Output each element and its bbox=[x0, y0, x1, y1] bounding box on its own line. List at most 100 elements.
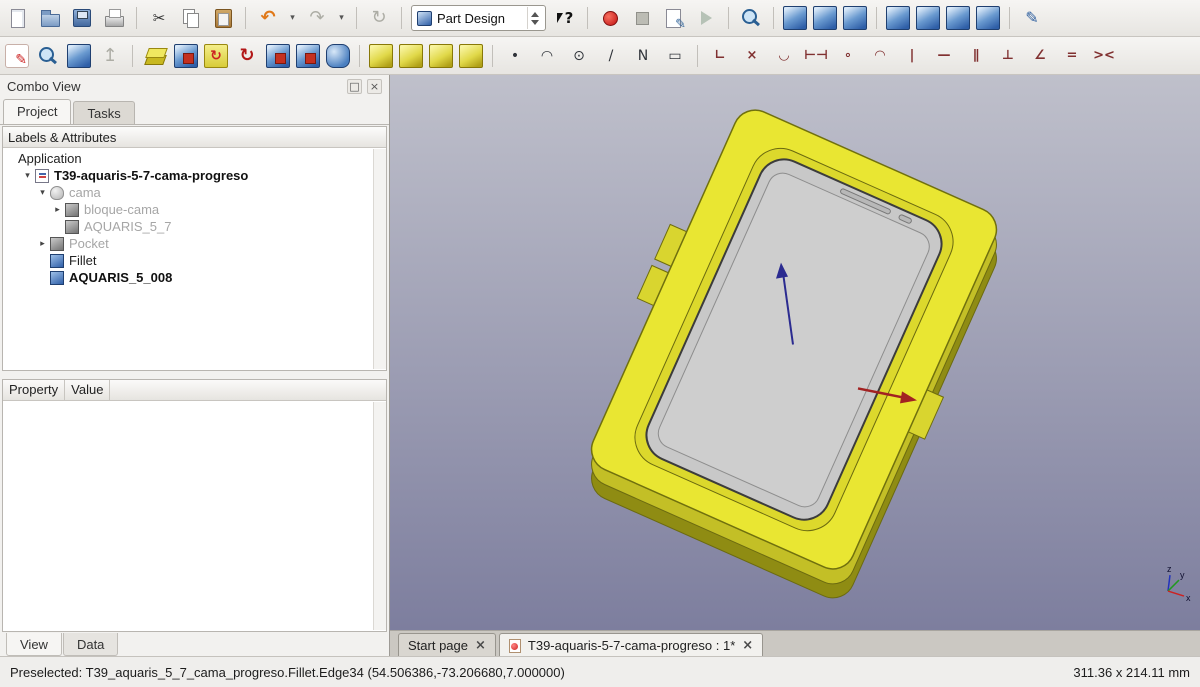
constraint-angle-button[interactable]: ∠ bbox=[1027, 43, 1053, 69]
mdi-tab-label: Start page bbox=[408, 638, 468, 653]
mirrored-button[interactable] bbox=[369, 44, 393, 68]
spin-up-icon[interactable] bbox=[531, 12, 539, 17]
toolbar-row-1: ✂↶▾↷▾↻ Part Design ?✎✎ bbox=[0, 0, 1200, 37]
whats-this-button[interactable]: ? bbox=[552, 5, 578, 31]
constraint-perpendicular-button[interactable]: ⊥ bbox=[995, 43, 1021, 69]
combo-view-title: Combo View bbox=[7, 79, 80, 94]
polar-pattern-button[interactable] bbox=[429, 44, 453, 68]
constraint-coincident-button[interactable]: ∟ bbox=[707, 43, 733, 69]
3d-viewport[interactable]: z y x bbox=[390, 75, 1200, 630]
print-button[interactable] bbox=[101, 5, 127, 31]
pocket-button[interactable] bbox=[174, 44, 198, 68]
constraint-vertical-button[interactable]: | bbox=[899, 43, 925, 69]
macro-stop-button[interactable] bbox=[629, 5, 655, 31]
tab-data[interactable]: Data bbox=[63, 633, 118, 656]
new-document-button[interactable] bbox=[5, 5, 31, 31]
tree-item-cama[interactable]: ▾ cama bbox=[3, 184, 386, 201]
view-front-button[interactable] bbox=[813, 6, 837, 30]
chamfer-button[interactable] bbox=[266, 44, 290, 68]
cut-button[interactable]: ✂ bbox=[146, 5, 172, 31]
open-button[interactable] bbox=[37, 5, 63, 31]
tree-item-bloque-cama[interactable]: ▸ bloque-cama bbox=[3, 201, 386, 218]
tree-scrollbar[interactable] bbox=[373, 149, 386, 369]
copy-button[interactable] bbox=[178, 5, 204, 31]
constraint-tangent-button[interactable]: ◡ bbox=[771, 43, 797, 69]
spin-down-icon[interactable] bbox=[531, 20, 539, 25]
tree-item-fillet[interactable]: Fillet bbox=[3, 252, 386, 269]
macro-edit-button[interactable]: ✎ bbox=[661, 5, 687, 31]
expander-icon[interactable]: ▾ bbox=[37, 188, 48, 198]
sketch-circle-button[interactable]: ⊙ bbox=[566, 43, 592, 69]
constraint-point-on-object-button[interactable]: ∘ bbox=[835, 43, 861, 69]
close-icon[interactable]: × bbox=[742, 638, 753, 653]
panel-splitter[interactable] bbox=[0, 371, 389, 379]
macro-record-button[interactable] bbox=[597, 5, 623, 31]
tab-project[interactable]: Project bbox=[3, 99, 71, 124]
undo-button[interactable]: ↶ bbox=[255, 5, 281, 31]
expander-icon[interactable]: ▾ bbox=[22, 171, 33, 181]
tree-item-application[interactable]: Application bbox=[3, 150, 386, 167]
tab-view[interactable]: View bbox=[6, 633, 62, 656]
workbench-selector[interactable]: Part Design bbox=[411, 5, 546, 31]
multi-transform-button[interactable] bbox=[459, 44, 483, 68]
tree-item-aquaris-5-008[interactable]: AQUARIS_5_008 bbox=[3, 269, 386, 286]
groove-button[interactable]: ↻ bbox=[234, 43, 260, 69]
fit-all-button[interactable] bbox=[738, 5, 764, 31]
3d-scene[interactable]: z y x bbox=[390, 75, 1200, 630]
tab-tasks[interactable]: Tasks bbox=[73, 101, 134, 124]
undo-dropdown[interactable]: ▾ bbox=[287, 5, 298, 31]
sketch-line-button[interactable]: / bbox=[598, 43, 624, 69]
column-value[interactable]: Value bbox=[65, 380, 110, 400]
constraint-distance-button[interactable]: ⊢⊣ bbox=[803, 43, 829, 69]
expander-icon[interactable]: ▸ bbox=[52, 205, 63, 215]
view-right-button[interactable] bbox=[886, 6, 910, 30]
save-button[interactable] bbox=[69, 5, 95, 31]
draft-button[interactable] bbox=[296, 44, 320, 68]
constraint-parallel-button[interactable]: ∥ bbox=[963, 43, 989, 69]
toolbar-separator bbox=[773, 7, 774, 29]
view-rear-button[interactable] bbox=[916, 6, 940, 30]
close-icon[interactable]: × bbox=[475, 638, 486, 653]
workbench-selected-label: Part Design bbox=[437, 11, 522, 26]
paste-button[interactable] bbox=[210, 5, 236, 31]
constraint-radius-button[interactable]: ◠ bbox=[867, 43, 893, 69]
combo-view-titlebar[interactable]: Combo View □ × bbox=[0, 75, 389, 97]
pad-button[interactable] bbox=[142, 43, 168, 69]
sketch-new-button[interactable]: ✎ bbox=[5, 44, 29, 68]
constraint-symmetric-button[interactable]: >< bbox=[1091, 43, 1117, 69]
property-scrollbar[interactable] bbox=[373, 402, 386, 630]
fillet-button[interactable] bbox=[326, 44, 350, 68]
revolution-button[interactable]: ↻ bbox=[204, 44, 228, 68]
property-body[interactable] bbox=[3, 401, 386, 631]
macro-play-button[interactable] bbox=[693, 5, 719, 31]
expander-icon[interactable]: ▸ bbox=[37, 239, 48, 249]
tree-item-aquaris-5-7[interactable]: AQUARIS_5_7 bbox=[3, 218, 386, 235]
tree-item-pocket[interactable]: ▸ Pocket bbox=[3, 235, 386, 252]
sketch-arc-button[interactable]: ◠ bbox=[534, 43, 560, 69]
measure-button[interactable]: ✎ bbox=[1019, 5, 1045, 31]
sketch-leave-button[interactable]: ↥ bbox=[97, 43, 123, 69]
linear-pattern-button[interactable] bbox=[399, 44, 423, 68]
constraint-equal-button[interactable]: = bbox=[1059, 43, 1085, 69]
constraint-horizontal-button[interactable]: — bbox=[931, 43, 957, 69]
sketch-polyline-button[interactable]: N bbox=[630, 43, 656, 69]
sketch-map-button[interactable] bbox=[67, 44, 91, 68]
column-property[interactable]: Property bbox=[3, 380, 65, 400]
sketch-view-button[interactable] bbox=[35, 43, 61, 69]
view-top-button[interactable] bbox=[843, 6, 867, 30]
panel-close-button[interactable]: × bbox=[367, 79, 382, 94]
view-bottom-button[interactable] bbox=[946, 6, 970, 30]
sketch-rectangle-button[interactable]: ▭ bbox=[662, 43, 688, 69]
tab-document[interactable]: T39-aquaris-5-7-cama-progreso : 1* × bbox=[499, 633, 763, 656]
tab-start-page[interactable]: Start page × bbox=[398, 633, 496, 656]
redo-dropdown[interactable]: ▾ bbox=[336, 5, 347, 31]
view-left-button[interactable] bbox=[976, 6, 1000, 30]
tree-item-document[interactable]: ▾ T39-aquaris-5-7-cama-progreso bbox=[3, 167, 386, 184]
refresh-button[interactable]: ↻ bbox=[366, 5, 392, 31]
view-axonometric-button[interactable] bbox=[783, 6, 807, 30]
workbench-spinner[interactable] bbox=[527, 7, 542, 29]
sketch-point-button[interactable]: • bbox=[502, 43, 528, 69]
panel-float-button[interactable]: □ bbox=[347, 79, 362, 94]
constraint-block-button[interactable]: × bbox=[739, 43, 765, 69]
redo-button[interactable]: ↷ bbox=[304, 5, 330, 31]
